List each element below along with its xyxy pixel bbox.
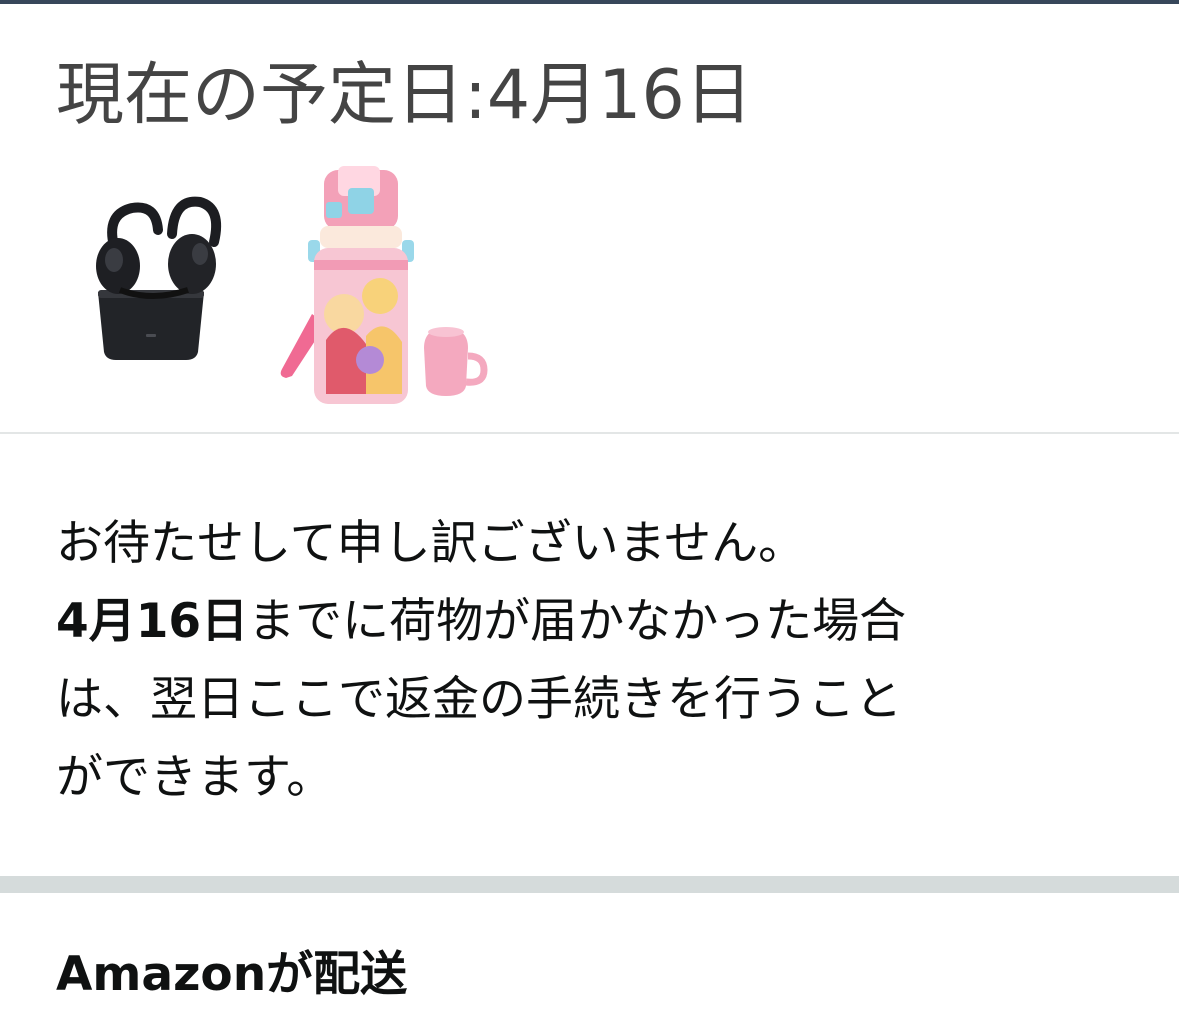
- estimated-delivery-date: 現在の予定日:4月16日: [56, 56, 753, 135]
- apology-line-2: 4月16日までに荷物が届かなかった場合: [56, 583, 1136, 661]
- section-divider: [0, 432, 1179, 434]
- apology-line-4: ができます。: [56, 750, 334, 805]
- product-thumb-water-bottle[interactable]: [274, 164, 494, 409]
- apology-date: 4月16日: [56, 594, 249, 649]
- wireless-earbuds-with-case-image: [96, 196, 222, 360]
- apology-line-1: お待たせして申し訳ございません。: [56, 516, 806, 571]
- refund-notice: お待たせして申し訳ございません。 4月16日までに荷物が届かなかった場合 は、翌…: [56, 505, 1136, 817]
- section-separator: [0, 876, 1179, 893]
- order-status-page: 現在の予定日:4月16日 お待たせして申し訳ございません。 4月16日までに荷物…: [0, 0, 1179, 1025]
- apology-line-3: は、翌日ここで返金の手続きを行うこと: [56, 672, 902, 727]
- apology-line-2-rest: までに荷物が届かなかった場合: [248, 594, 907, 649]
- delivery-card: 現在の予定日:4月16日: [0, 4, 1179, 432]
- refund-notice-text: お待たせして申し訳ございません。 4月16日までに荷物が届かなかった場合 は、翌…: [56, 505, 1136, 817]
- product-thumbnails: [56, 164, 516, 414]
- shipped-by-label: Amazonが配送: [56, 947, 408, 1002]
- product-thumb-earbuds[interactable]: [76, 194, 226, 364]
- pink-princess-water-bottle-image: [280, 166, 488, 404]
